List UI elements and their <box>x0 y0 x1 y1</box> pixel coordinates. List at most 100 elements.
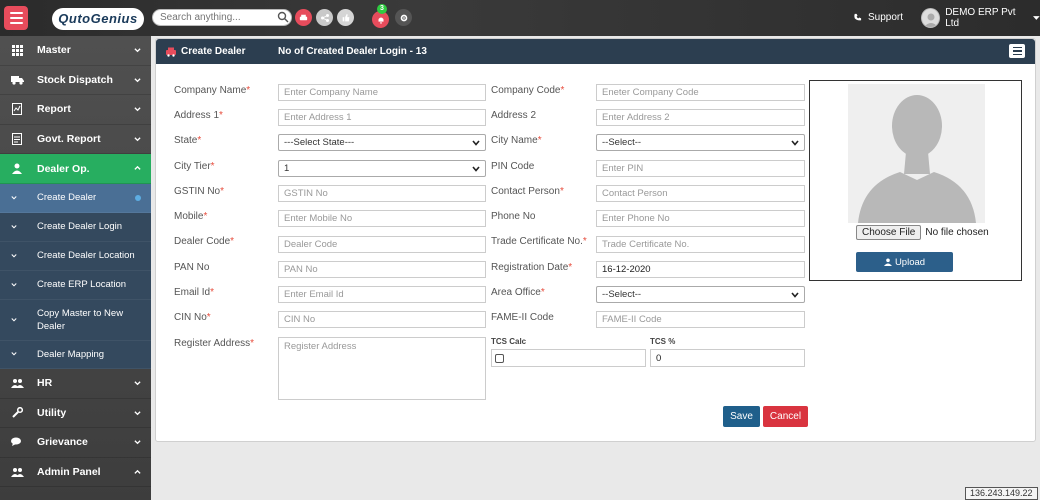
area-office-select-value: --Select-- <box>602 289 642 300</box>
sidebar-item-stock-dispatch[interactable]: Stock Dispatch <box>0 66 151 96</box>
company-name-input[interactable] <box>278 84 486 101</box>
car-icon[interactable] <box>295 9 312 26</box>
reg-date-input[interactable] <box>596 261 805 278</box>
sidebar-item-label: Utility <box>37 406 67 419</box>
chevron-down-icon <box>791 291 799 298</box>
sidebar-subitem-label: Copy Master to New Dealer <box>37 307 124 332</box>
sidebar-item-master[interactable]: Master <box>0 36 151 66</box>
state-label: State* <box>174 135 202 146</box>
thumbs-up-icon[interactable] <box>337 9 354 26</box>
share-icon[interactable] <box>316 9 333 26</box>
fame-input[interactable] <box>596 311 805 328</box>
city-tier-select[interactable]: 1 <box>278 160 486 177</box>
mobile-input[interactable] <box>278 210 486 227</box>
chevron-down-icon <box>134 381 141 386</box>
user-name: DEMO ERP Pvt Ltd <box>945 7 1016 29</box>
menu-icon[interactable] <box>4 6 28 30</box>
sidebar-item-dealer-op[interactable]: Dealer Op. <box>0 154 151 184</box>
sidebar: Master Stock Dispatch Report Govt. Repor… <box>0 36 151 500</box>
phone-icon <box>854 13 862 21</box>
sidebar-item-label: Govt. Report <box>37 133 101 146</box>
dealer-code-input[interactable] <box>278 236 486 253</box>
sidebar-item-admin-panel[interactable]: Admin Panel <box>0 458 151 488</box>
user-menu[interactable]: DEMO ERP Pvt Ltd <box>921 7 1040 29</box>
cancel-button[interactable]: Cancel <box>763 406 808 427</box>
trade-cert-input[interactable] <box>596 236 805 253</box>
chevron-up-icon <box>134 166 141 171</box>
caret-down-icon <box>1033 15 1040 20</box>
ip-address: 136.243.149.22 <box>965 487 1038 500</box>
contact-person-input[interactable] <box>596 185 805 202</box>
sidebar-item-label: Report <box>37 103 71 116</box>
state-select[interactable]: ---Select State--- <box>278 134 486 151</box>
sidebar-subitem-create-dealer-location[interactable]: Create Dealer Location <box>0 241 151 271</box>
upload-button[interactable]: Upload <box>856 252 953 272</box>
cin-input[interactable] <box>278 311 486 328</box>
chevron-down-icon <box>134 137 141 142</box>
avatar <box>921 8 941 28</box>
tcs-pct-input[interactable] <box>650 349 805 367</box>
sidebar-item-utility[interactable]: Utility <box>0 399 151 429</box>
email-label: Email Id* <box>174 287 215 298</box>
sidebar-item-hr[interactable]: HR <box>0 369 151 399</box>
app-logo[interactable]: QutoGenius <box>52 8 144 30</box>
address2-label: Address 2 <box>491 110 537 121</box>
company-code-input[interactable] <box>596 84 805 101</box>
cin-label: CIN No* <box>174 312 211 323</box>
sidebar-subitem-create-erp-location[interactable]: Create ERP Location <box>0 270 151 300</box>
no-file-label: No file chosen <box>925 227 989 238</box>
chevron-down-icon <box>472 139 480 146</box>
city-name-select[interactable]: --Select-- <box>596 134 805 151</box>
sidebar-item-label: Stock Dispatch <box>37 73 113 86</box>
chevron-down-icon <box>11 318 17 322</box>
gstin-input[interactable] <box>278 185 486 202</box>
pan-input[interactable] <box>278 261 486 278</box>
support-link[interactable]: Support <box>853 12 903 23</box>
user-icon <box>10 162 24 176</box>
company-name-label: Company Name* <box>174 85 251 96</box>
upload-user-icon <box>883 258 892 266</box>
sidebar-item-grievance[interactable]: Grievance <box>0 428 151 458</box>
search-icon[interactable] <box>277 11 289 23</box>
fame-label: FAME-II Code <box>491 312 554 323</box>
chevron-down-icon <box>11 225 17 229</box>
city-tier-label: City Tier* <box>174 161 215 172</box>
address2-input[interactable] <box>596 109 805 126</box>
sidebar-subitem-create-dealer[interactable]: Create Dealer <box>0 183 151 213</box>
pin-code-input[interactable] <box>596 160 805 177</box>
chevron-down-icon <box>134 440 141 445</box>
search-input[interactable] <box>152 9 292 26</box>
photo-upload-box: Choose File No file chosen Upload <box>809 80 1022 281</box>
sidebar-item-label: Dealer Op. <box>37 162 90 175</box>
sidebar-item-report[interactable]: Report <box>0 95 151 125</box>
gstin-label: GSTIN No* <box>174 186 225 197</box>
profile-placeholder-image <box>848 84 985 223</box>
sidebar-subitem-copy-master[interactable]: Copy Master to New Dealer <box>0 299 151 341</box>
create-dealer-panel: Create Dealer No of Created Dealer Login… <box>155 38 1036 442</box>
gear-icon[interactable] <box>395 9 412 26</box>
city-name-label: City Name* <box>491 135 542 146</box>
tcs-calc-field <box>491 349 646 367</box>
register-address-textarea[interactable]: Register Address <box>278 337 486 400</box>
grid-icon <box>10 43 24 57</box>
save-button[interactable]: Save <box>723 406 760 427</box>
document-icon <box>10 132 24 146</box>
choose-file-button[interactable]: Choose File <box>856 225 922 240</box>
phone-input[interactable] <box>596 210 805 227</box>
sidebar-subitem-create-dealer-login[interactable]: Create Dealer Login <box>0 212 151 242</box>
address1-input[interactable] <box>278 109 486 126</box>
tcs-calc-label: TCS Calc <box>491 337 527 346</box>
tcs-calc-checkbox[interactable] <box>495 353 504 363</box>
city-tier-select-value: 1 <box>284 163 290 174</box>
mobile-label: Mobile* <box>174 211 208 222</box>
address1-label: Address 1* <box>174 110 223 121</box>
notification-badge: 3 <box>377 4 387 14</box>
email-input[interactable] <box>278 286 486 303</box>
area-office-select[interactable]: --Select-- <box>596 286 805 303</box>
top-bar: QutoGenius 3 Support DEMO ERP Pvt Ltd <box>0 0 1040 36</box>
sidebar-subitem-dealer-mapping[interactable]: Dealer Mapping <box>0 340 151 369</box>
list-view-button[interactable] <box>1009 44 1025 58</box>
state-select-value: ---Select State--- <box>284 137 355 148</box>
panel-header: Create Dealer No of Created Dealer Login… <box>156 39 1035 64</box>
sidebar-item-govt-report[interactable]: Govt. Report <box>0 125 151 155</box>
